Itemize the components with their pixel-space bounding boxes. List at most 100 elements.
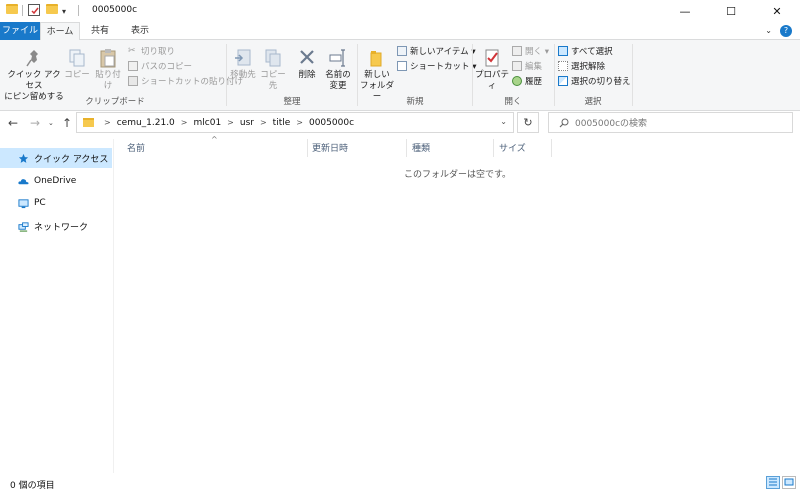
- sidebar-item-onedrive[interactable]: OneDrive: [0, 171, 112, 191]
- invert-selection-button[interactable]: 選択の切り替え: [558, 74, 631, 87]
- select-none-button[interactable]: 選択解除: [558, 59, 605, 72]
- select-all-button[interactable]: すべて選択: [558, 44, 613, 57]
- help-icon[interactable]: ?: [780, 25, 792, 37]
- crumb-separator[interactable]: >: [181, 118, 188, 127]
- copy-to-icon: [265, 49, 281, 67]
- chevron-down-icon[interactable]: ⌄: [765, 26, 772, 35]
- back-button[interactable]: ←: [8, 116, 18, 130]
- history-button[interactable]: 履歴: [512, 74, 542, 87]
- tab-file[interactable]: ファイル: [0, 22, 40, 40]
- properties-button[interactable]: プロパティ: [474, 48, 510, 92]
- copy-icon: [69, 49, 85, 67]
- sidebar-item-label: クイック アクセス: [34, 154, 109, 165]
- history-label: 履歴: [525, 76, 543, 87]
- column-divider[interactable]: [406, 139, 407, 157]
- details-view-icon: [769, 478, 777, 486]
- column-header-size[interactable]: サイズ: [499, 141, 526, 157]
- pin-to-quick-access-button[interactable]: クイック アクセス にピン留めする: [4, 48, 64, 103]
- breadcrumb-item[interactable]: title: [273, 118, 291, 128]
- properties-quick-icon[interactable]: [28, 4, 40, 16]
- up-button[interactable]: ↑: [62, 116, 72, 130]
- open-icon: [512, 45, 522, 56]
- copy-to-label: コピー先: [260, 70, 286, 91]
- shortcut-button[interactable]: ショートカット ▾: [397, 59, 476, 72]
- path-icon: [128, 60, 138, 71]
- close-button[interactable]: ✕: [754, 0, 800, 22]
- breadcrumb-item[interactable]: mlc01: [194, 118, 222, 128]
- recent-locations-button[interactable]: ⌄: [48, 119, 54, 127]
- tab-home[interactable]: ホーム: [40, 22, 80, 41]
- column-header-name[interactable]: 名前: [127, 141, 145, 157]
- paste-icon: [100, 49, 116, 68]
- column-header-type[interactable]: 種類: [412, 141, 430, 157]
- delete-icon: [300, 50, 314, 64]
- invert-selection-label: 選択の切り替え: [571, 76, 631, 87]
- breadcrumb-item[interactable]: cemu_1.21.0: [117, 118, 175, 128]
- edit-button[interactable]: 編集: [512, 59, 542, 72]
- crumb-separator: >: [104, 118, 111, 127]
- organize-group-label: 整理: [283, 97, 301, 107]
- column-divider[interactable]: [551, 139, 552, 157]
- copy-path-button[interactable]: パスのコピー: [128, 59, 192, 72]
- folder-icon: [83, 118, 94, 127]
- address-history-button[interactable]: ⌄: [500, 117, 507, 126]
- column-divider[interactable]: [493, 139, 494, 157]
- column-divider[interactable]: [307, 139, 308, 157]
- cloud-icon: [18, 178, 29, 184]
- copy-button[interactable]: コピー: [64, 48, 90, 81]
- minimize-button[interactable]: —: [662, 0, 708, 22]
- sidebar-item-pc[interactable]: PC: [0, 193, 112, 213]
- cut-button[interactable]: ✂ 切り取り: [128, 44, 175, 57]
- divider: [472, 44, 473, 106]
- column-header-modified[interactable]: 更新日時: [312, 141, 348, 157]
- open-button[interactable]: 開く ▾: [512, 44, 549, 57]
- new-item-button[interactable]: 新しいアイテム ▾: [397, 44, 476, 57]
- monitor-icon: [18, 198, 29, 208]
- crumb-separator[interactable]: >: [296, 118, 303, 127]
- copy-to-button[interactable]: コピー先: [258, 48, 288, 92]
- new-folder-quick-icon[interactable]: [46, 4, 58, 14]
- divider: [78, 5, 79, 16]
- paste-label: 貼り付け: [95, 70, 121, 91]
- invert-selection-icon: [558, 75, 568, 86]
- details-view-button[interactable]: [766, 476, 780, 489]
- search-placeholder: 0005000cの検索: [575, 119, 648, 129]
- tab-share[interactable]: 共有: [80, 22, 120, 40]
- crumb-separator[interactable]: >: [260, 118, 267, 127]
- new-item-icon: [397, 45, 407, 56]
- delete-button[interactable]: 削除: [294, 48, 320, 81]
- file-list[interactable]: ^ 名前 更新日時 種類 サイズ このフォルダーは空です。: [115, 135, 800, 473]
- rename-button[interactable]: 名前の 変更: [322, 48, 354, 92]
- divider: [554, 44, 555, 106]
- crumb-separator[interactable]: >: [227, 118, 234, 127]
- breadcrumb-item[interactable]: 0005000c: [309, 118, 354, 128]
- sidebar-item-quick-access[interactable]: クイック アクセス: [0, 148, 112, 168]
- shortcut-icon: [397, 60, 407, 71]
- customize-quick-access-icon[interactable]: ▾: [62, 4, 66, 18]
- search-input[interactable]: 0005000cの検索: [548, 112, 793, 133]
- sidebar-item-network[interactable]: ネットワーク: [0, 216, 112, 236]
- forward-button[interactable]: →: [30, 116, 40, 130]
- properties-icon: [485, 49, 499, 67]
- large-icons-view-button[interactable]: [782, 476, 796, 489]
- tab-view[interactable]: 表示: [120, 22, 160, 40]
- history-icon: [512, 75, 522, 86]
- refresh-button[interactable]: ↻: [517, 112, 539, 133]
- empty-folder-message: このフォルダーは空です。: [403, 170, 512, 180]
- move-to-button[interactable]: 移動先: [228, 48, 258, 81]
- network-icon: [18, 221, 29, 232]
- paste-button[interactable]: 貼り付け: [92, 48, 124, 92]
- divider: [357, 44, 358, 106]
- window-title: 0005000c: [92, 5, 138, 15]
- address-bar[interactable]: > cemu_1.21.0 > mlc01 > usr > title > 00…: [76, 112, 514, 133]
- divider: [632, 44, 633, 106]
- maximize-button[interactable]: ☐: [708, 0, 754, 22]
- new-item-label: 新しいアイテム ▾: [410, 46, 476, 57]
- ribbon-tabs: ファイル ホーム 共有 表示 ⌄ ?: [0, 22, 800, 41]
- edit-label: 編集: [525, 61, 543, 72]
- breadcrumb-item[interactable]: usr: [240, 118, 254, 128]
- navigation-pane: クイック アクセス OneDrive PC ネットワーク: [0, 139, 114, 473]
- item-count: 0 個の項目: [10, 481, 55, 491]
- sidebar-item-label: ネットワーク: [34, 222, 89, 233]
- clipboard-group-label: クリップボード: [85, 97, 145, 107]
